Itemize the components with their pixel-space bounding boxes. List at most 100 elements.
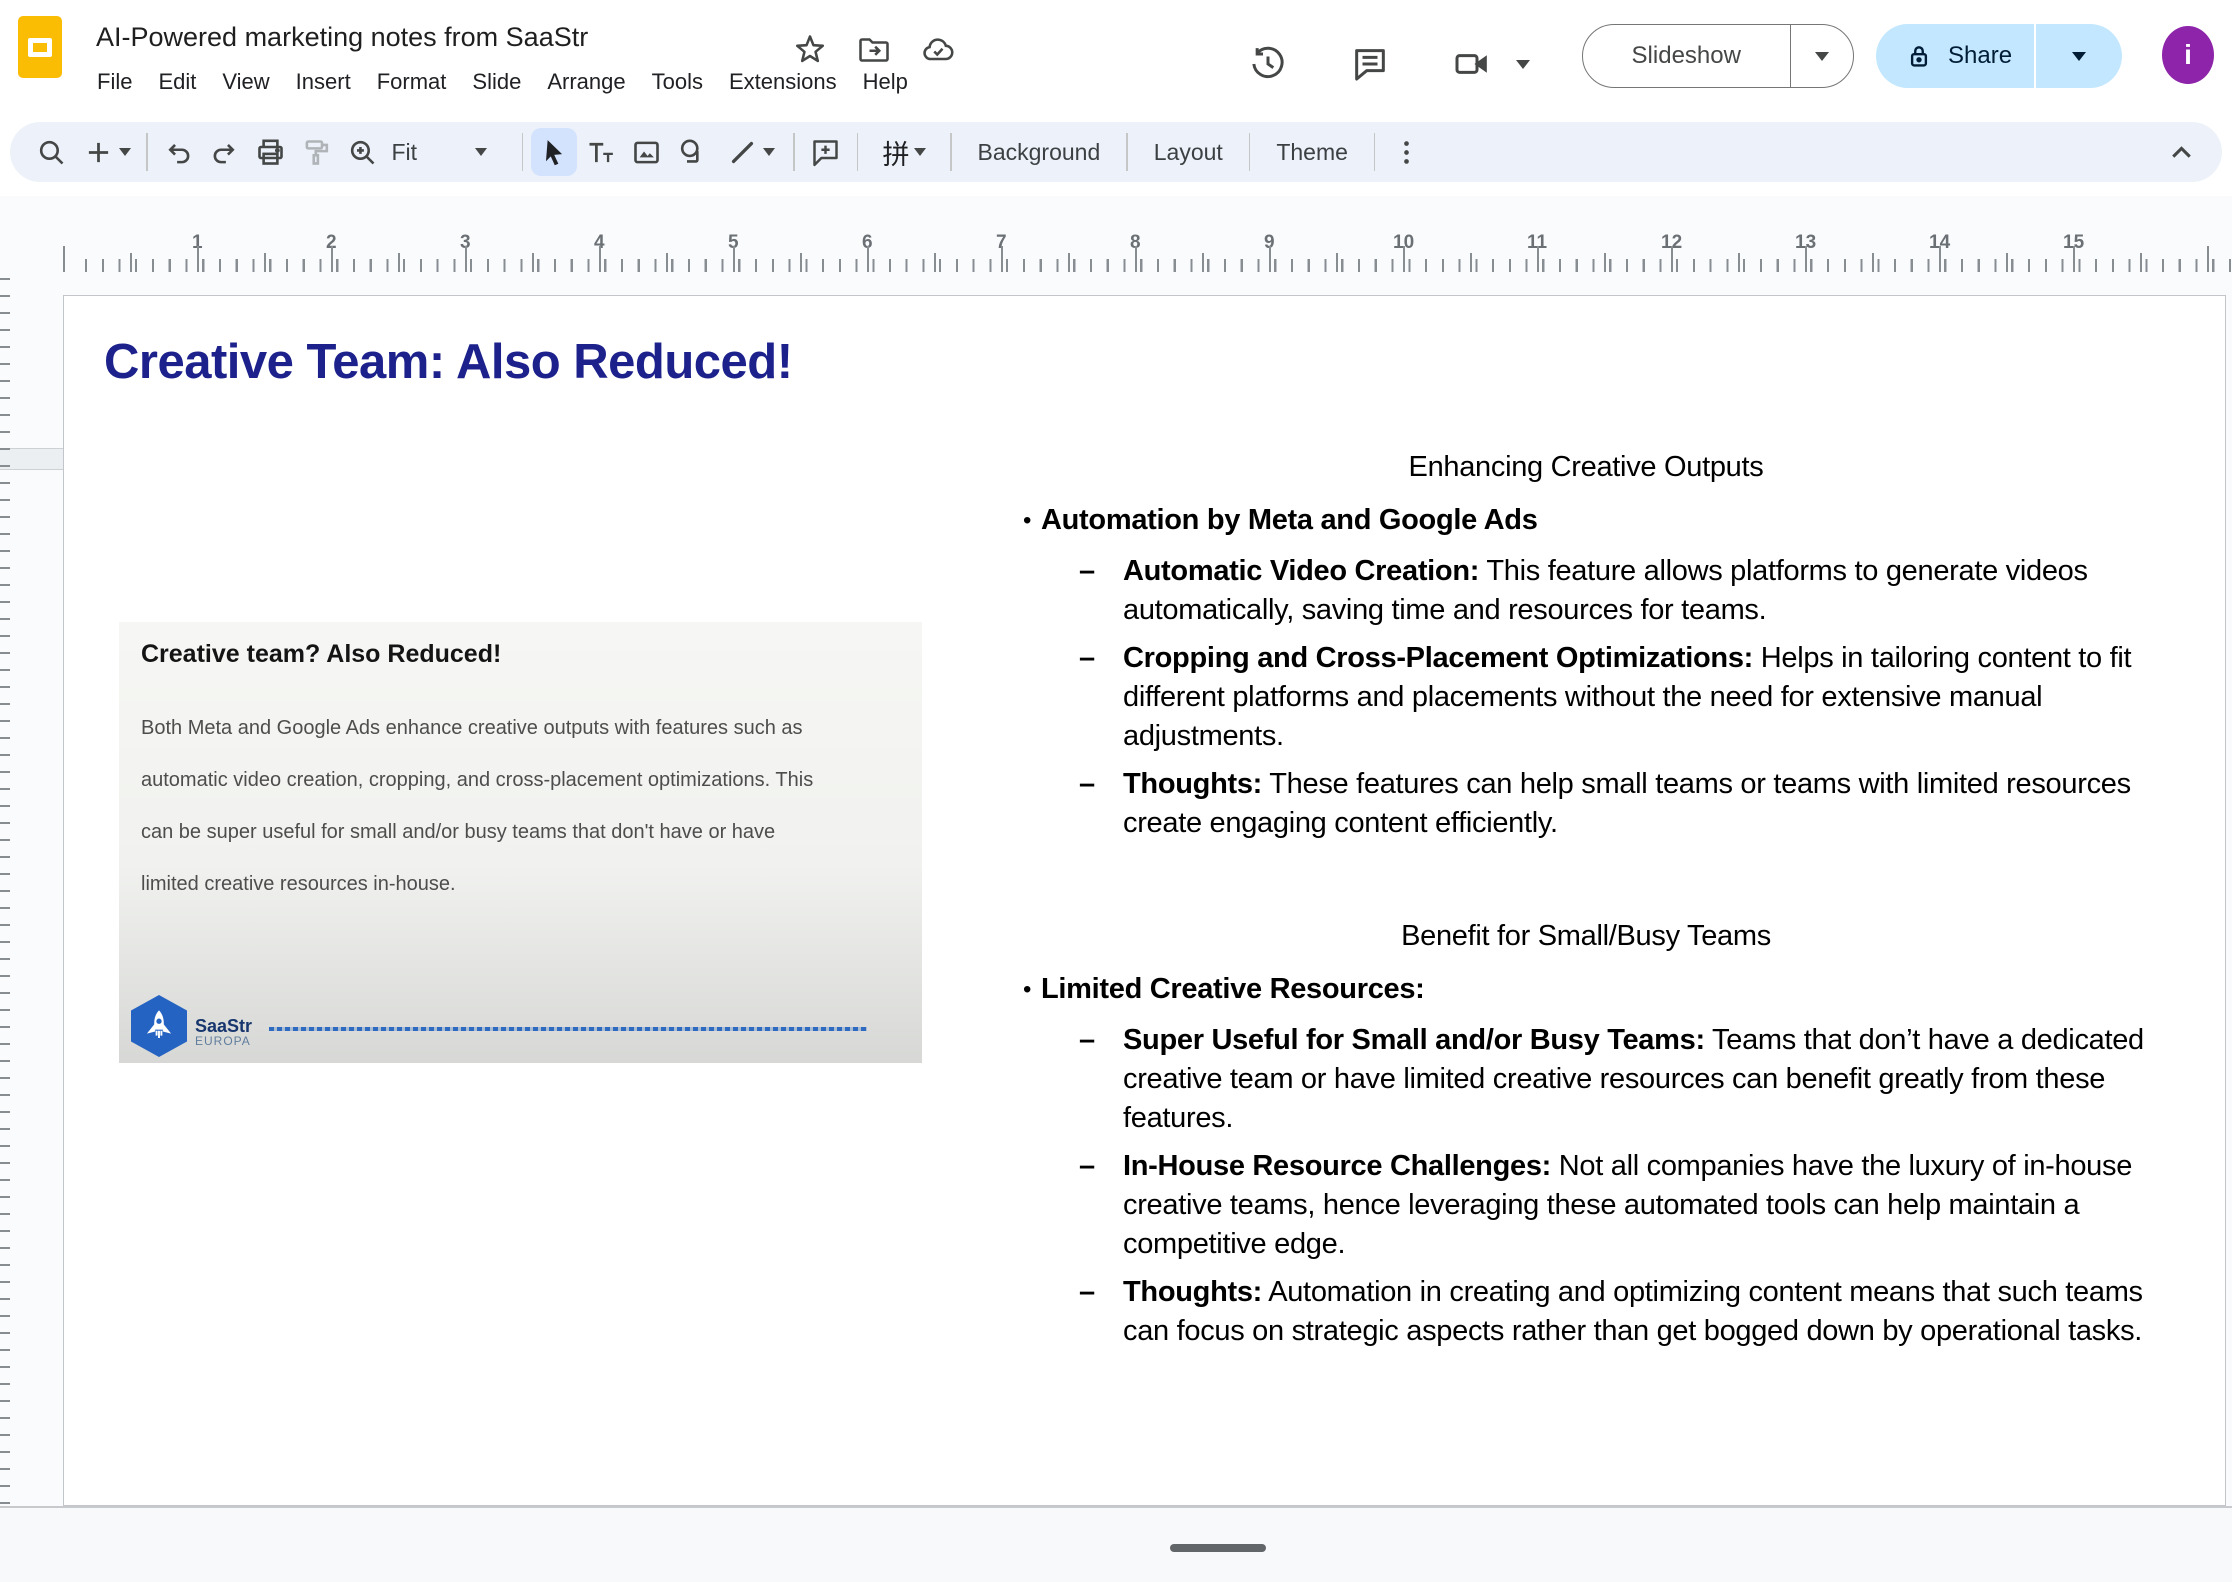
ruler-tick: [1001, 246, 1003, 272]
document-title[interactable]: AI-Powered marketing notes from SaaStr: [96, 22, 588, 53]
slideshow-button[interactable]: Slideshow: [1582, 24, 1854, 88]
cloud-saved-icon[interactable]: [920, 32, 956, 68]
embedded-screenshot-image[interactable]: Creative team? Also Reduced! Both Meta a…: [119, 622, 922, 1063]
ruler-tick: [398, 253, 400, 272]
menu-insert[interactable]: Insert: [283, 62, 364, 102]
undo-icon[interactable]: [156, 128, 202, 176]
content-section-2: Benefit for Small/Busy Teams•Limited Cre…: [1001, 917, 2171, 1351]
version-history-icon[interactable]: [1248, 44, 1288, 84]
embedded-image-heading: Creative team? Also Reduced!: [141, 640, 501, 669]
ruler-tick: [63, 246, 65, 272]
line-dropdown-caret[interactable]: [763, 148, 775, 156]
input-tools-caret[interactable]: [914, 148, 926, 156]
menu-view[interactable]: View: [209, 62, 282, 102]
ruler-tick: [1939, 246, 1941, 272]
horizontal-ruler: 123456789101112131415: [0, 230, 2232, 274]
search-icon[interactable]: [28, 128, 74, 176]
menu-arrange[interactable]: Arrange: [534, 62, 638, 102]
google-slides-logo-icon[interactable]: [18, 16, 62, 78]
meet-camera-icon[interactable]: [1452, 44, 1492, 84]
collapse-toolbar-icon[interactable]: [2158, 128, 2204, 176]
image-icon[interactable]: [623, 128, 669, 176]
background-button[interactable]: Background: [960, 128, 1119, 176]
toolbar: Fit 拼 Background Layout Theme: [10, 122, 2222, 182]
decorative-wave-line: [269, 1027, 867, 1031]
add-comment-icon[interactable]: [803, 128, 849, 176]
ruler-tick: [331, 246, 333, 272]
select-tool-icon[interactable]: [531, 128, 577, 176]
slide-canvas-area: 123456789101112131415 Creative Team: Als…: [0, 196, 2232, 1506]
ruler-tick: [1269, 246, 1271, 272]
ruler-tick: [1537, 246, 1539, 272]
textbox-icon[interactable]: [577, 128, 623, 176]
menu-slide[interactable]: Slide: [459, 62, 534, 102]
sub-bullet-item: –Thoughts: These features can help small…: [1001, 765, 2171, 843]
saastr-logo-icon: [131, 995, 187, 1057]
menu-extensions[interactable]: Extensions: [716, 62, 850, 102]
menu-file[interactable]: File: [84, 62, 145, 102]
ruler-tick: [130, 253, 132, 272]
zoom-fit-select[interactable]: Fit: [386, 128, 514, 176]
slideshow-dropdown-caret[interactable]: [1791, 52, 1853, 61]
line-icon[interactable]: [715, 128, 785, 176]
slide-body-textbox[interactable]: Enhancing Creative Outputs•Automation by…: [1001, 448, 2171, 1360]
sub-bullet-marker: –: [1079, 1021, 1123, 1138]
menu-tools[interactable]: Tools: [639, 62, 716, 102]
theme-button[interactable]: Theme: [1258, 128, 1366, 176]
slide-title-textbox[interactable]: Creative Team: Also Reduced!: [104, 334, 793, 390]
sub-bullet-marker: –: [1079, 1147, 1123, 1264]
layout-button[interactable]: Layout: [1136, 128, 1241, 176]
sub-bullet-bold-label: Super Useful for Small and/or Busy Teams…: [1123, 1024, 1705, 1056]
comments-icon[interactable]: [1350, 44, 1390, 84]
ruler-tick: [666, 253, 668, 272]
menu-help[interactable]: Help: [850, 62, 921, 102]
sub-bullet-item: –In-House Resource Challenges: Not all c…: [1001, 1147, 2171, 1264]
notes-drag-handle[interactable]: [1170, 1544, 1266, 1552]
bullet-item: •Automation by Meta and Google Ads: [1001, 501, 2171, 540]
new-slide-button[interactable]: [74, 128, 138, 176]
app-header: AI-Powered marketing notes from SaaStr F…: [0, 0, 2232, 112]
ruler-tick: [1872, 253, 1874, 272]
ruler-tick: [1068, 253, 1070, 272]
speaker-notes-area: [0, 1508, 2232, 1582]
embedded-image-body-line: Both Meta and Google Ads enhance creativ…: [141, 702, 813, 754]
paint-format-icon[interactable]: [294, 128, 340, 176]
ruler-tick: [2073, 246, 2075, 272]
ruler-tick: [1202, 253, 1204, 272]
zoom-icon[interactable]: [340, 128, 386, 176]
sub-bullet-text: In-House Resource Challenges: Not all co…: [1123, 1147, 2163, 1264]
sub-bullet-bold-label: Thoughts:: [1123, 768, 1262, 800]
ruler-tick: [1671, 246, 1673, 272]
new-slide-caret[interactable]: [119, 148, 131, 156]
redo-icon[interactable]: [202, 128, 248, 176]
more-icon[interactable]: [1383, 128, 1429, 176]
sub-bullet-bold-label: Thoughts:: [1123, 1276, 1262, 1308]
bullet-label: Limited Creative Resources:: [1041, 970, 1425, 1009]
ruler-tick: [2207, 246, 2209, 272]
shape-icon[interactable]: [669, 128, 715, 176]
embedded-image-body-line: automatic video creation, cropping, and …: [141, 754, 813, 806]
ruler-tick: [800, 253, 802, 272]
ruler-tick: [1135, 246, 1137, 272]
print-icon[interactable]: [248, 128, 294, 176]
sub-bullet-item: –Super Useful for Small and/or Busy Team…: [1001, 1021, 2171, 1138]
lock-icon: [1904, 41, 1934, 71]
sub-bullet-bold-label: In-House Resource Challenges:: [1123, 1150, 1551, 1182]
menu-edit[interactable]: Edit: [145, 62, 209, 102]
menu-format[interactable]: Format: [364, 62, 460, 102]
vertical-ruler: [0, 278, 10, 1506]
sub-bullet-text: Thoughts: Automation in creating and opt…: [1123, 1273, 2163, 1351]
account-avatar[interactable]: i: [2162, 26, 2214, 84]
saastr-logo-subtitle: EUROPA: [195, 1035, 252, 1047]
sub-bullet-item: –Automatic Video Creation: This feature …: [1001, 552, 2171, 630]
ruler-tick: [1738, 253, 1740, 272]
input-tools-icon[interactable]: 拼: [866, 128, 942, 176]
share-button[interactable]: Share: [1876, 24, 2122, 88]
ruler-tick: [2006, 253, 2008, 272]
camera-dropdown-caret[interactable]: [1516, 60, 1530, 69]
sub-bullet-marker: –: [1079, 765, 1123, 843]
share-dropdown-caret[interactable]: [2036, 52, 2122, 61]
slide-page[interactable]: Creative Team: Also Reduced! Creative te…: [63, 295, 2226, 1506]
ruler-tick: [733, 246, 735, 272]
ruler-tick: [532, 253, 534, 272]
